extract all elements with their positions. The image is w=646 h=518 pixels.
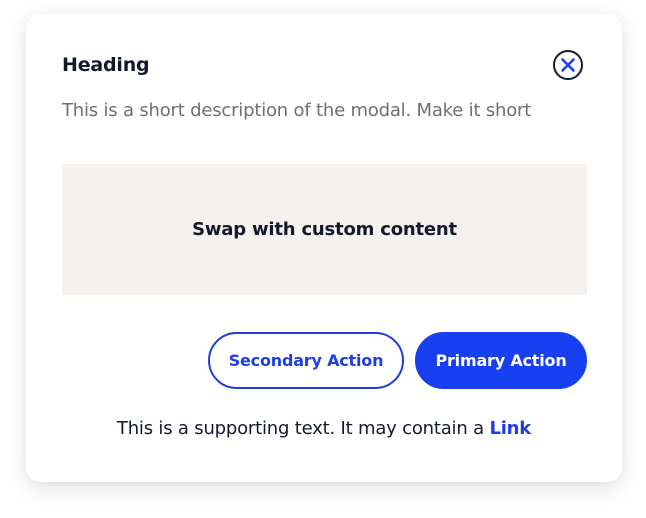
secondary-action-button[interactable]: Secondary Action [208,332,404,389]
close-button[interactable] [553,50,583,80]
modal-heading: Heading [62,54,150,76]
page-background: Heading This is a short description of t… [0,0,646,518]
primary-action-button[interactable]: Primary Action [415,332,587,389]
supporting-text-label: This is a supporting text. It may contai… [116,418,484,439]
custom-content-label: Swap with custom content [192,219,457,240]
custom-content-placeholder: Swap with custom content [62,164,587,295]
modal-dialog: Heading This is a short description of t… [26,14,622,482]
modal-description: This is a short description of the modal… [62,100,532,121]
supporting-link[interactable]: Link [489,418,531,439]
close-icon [561,58,575,72]
supporting-text: This is a supporting text. It may contai… [26,418,622,439]
